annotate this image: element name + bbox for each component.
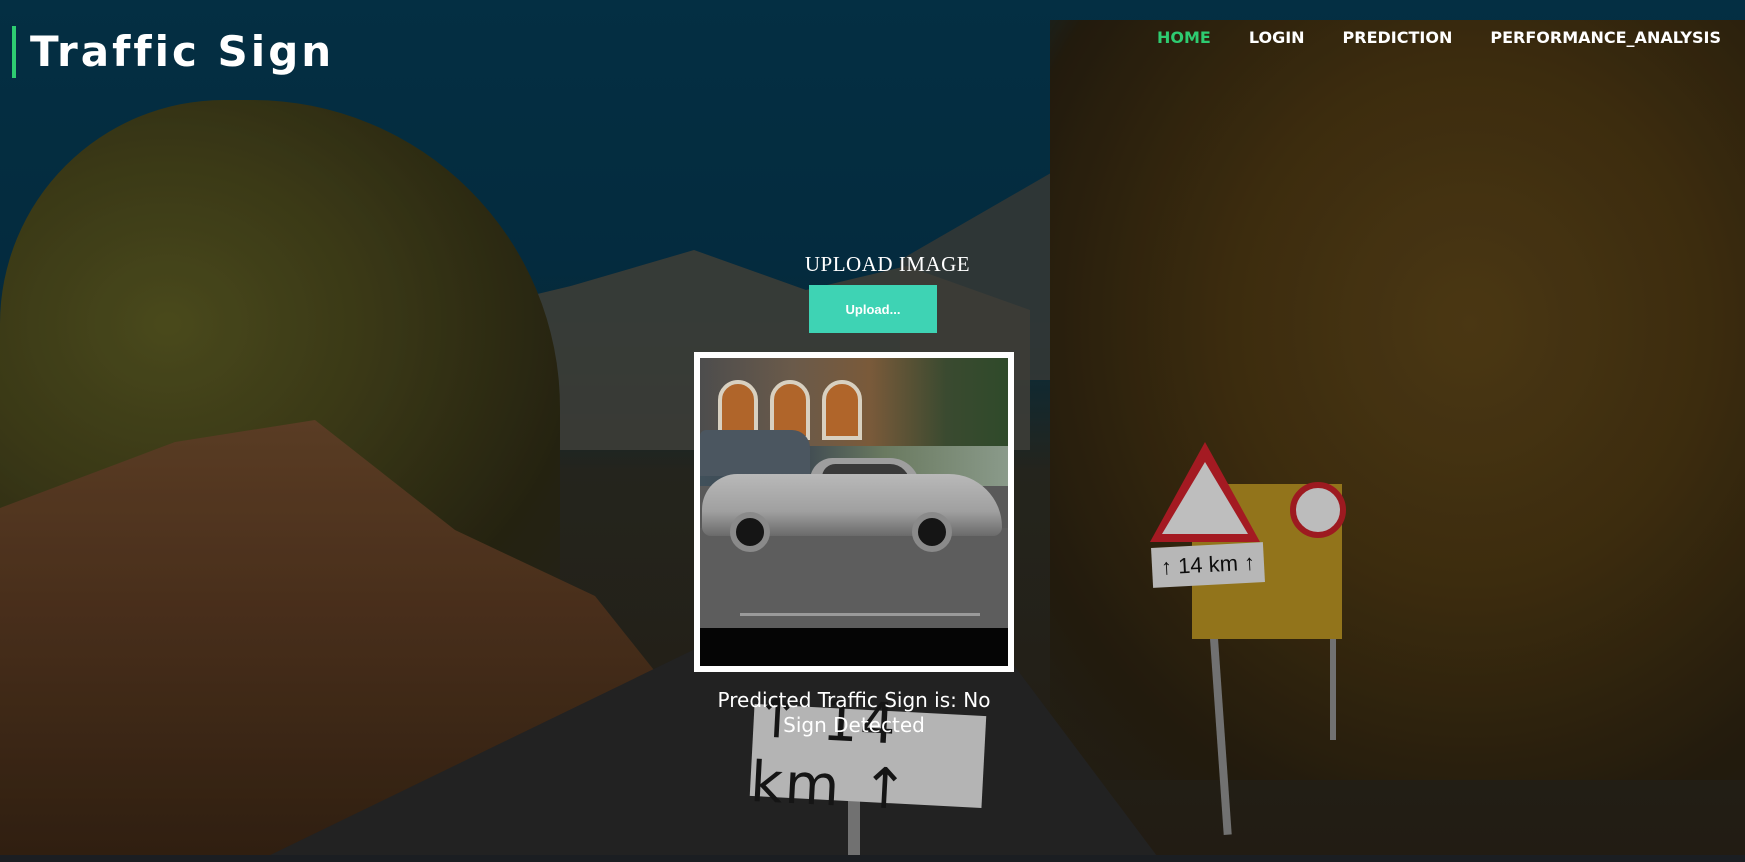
- bottom-bar: [0, 855, 1745, 862]
- brand-logo[interactable]: Traffic Sign: [12, 26, 334, 78]
- prediction-result: Predicted Traffic Sign is: No Sign Detec…: [717, 688, 991, 737]
- preview-car-wheel: [912, 512, 952, 552]
- upload-title: UPLOAD IMAGE: [804, 252, 971, 276]
- nav-prediction[interactable]: PREDICTION: [1343, 28, 1453, 48]
- nav-home[interactable]: HOME: [1157, 28, 1211, 48]
- page: ↑ 14 km ↑ ↑ 14 km ↑ Traffic Sign HOME LO…: [0, 0, 1745, 862]
- nav-performance-analysis[interactable]: PERFORMANCE_ANALYSIS: [1490, 28, 1721, 48]
- uploaded-image-preview: [694, 352, 1014, 672]
- preview-bottom-band: [700, 628, 1008, 666]
- preview-road-line: [740, 613, 980, 616]
- preview-car-wheel: [730, 512, 770, 552]
- preview-arch: [822, 380, 862, 440]
- preview-van: [700, 430, 810, 476]
- main-nav: HOME LOGIN PREDICTION PERFORMANCE_ANALYS…: [1119, 28, 1721, 48]
- upload-button[interactable]: Upload...: [809, 285, 937, 333]
- preview-photo: [700, 358, 1008, 666]
- nav-login[interactable]: LOGIN: [1249, 28, 1305, 48]
